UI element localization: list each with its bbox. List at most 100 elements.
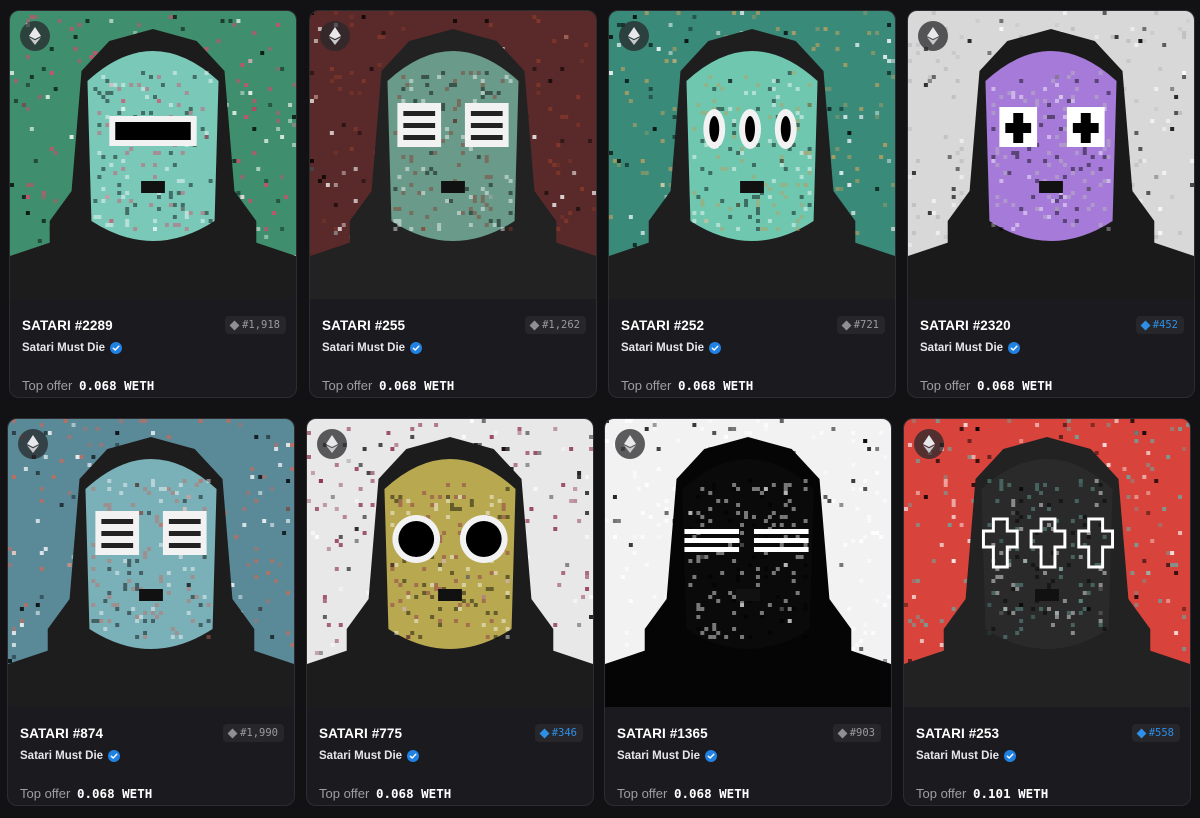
ethereum-icon xyxy=(615,429,645,459)
collection-name: Satari Must Die xyxy=(20,750,104,762)
collection-name: Satari Must Die xyxy=(322,342,406,354)
card-info: SATARI #2320 #452 Satari Must Die Top of… xyxy=(908,299,1194,397)
card-info: SATARI #874 #1,990 Satari Must Die Top o… xyxy=(8,707,294,805)
top-offer: Top offer 0.068 WETH xyxy=(22,378,154,393)
rarity-rank-badge: #452 xyxy=(1135,316,1184,334)
collection-name: Satari Must Die xyxy=(621,342,705,354)
top-offer: Top offer 0.068 WETH xyxy=(20,786,152,801)
ethereum-icon xyxy=(317,429,347,459)
nft-card[interactable]: SATARI #255 #1,262 Satari Must Die Top o… xyxy=(309,10,597,398)
nft-card[interactable]: SATARI #252 #721 Satari Must Die Top off… xyxy=(608,10,896,398)
top-offer: Top offer 0.068 WETH xyxy=(617,786,749,801)
top-offer: Top offer 0.068 WETH xyxy=(322,378,454,393)
nft-image xyxy=(310,11,596,299)
top-offer-label: Top offer xyxy=(916,786,967,801)
collection-link[interactable]: Satari Must Die xyxy=(617,750,718,762)
top-offer: Top offer 0.068 WETH xyxy=(920,378,1052,393)
nft-name: SATARI #775 xyxy=(319,726,403,741)
collection-name: Satari Must Die xyxy=(22,342,106,354)
top-offer-label: Top offer xyxy=(617,786,668,801)
top-offer: Top offer 0.101 WETH xyxy=(916,786,1048,801)
collection-link[interactable]: Satari Must Die xyxy=(22,342,123,354)
collection-name: Satari Must Die xyxy=(920,342,1004,354)
nft-image xyxy=(904,419,1190,707)
rarity-diamond-icon xyxy=(229,320,240,330)
verified-badge-icon xyxy=(110,342,123,354)
top-offer-label: Top offer xyxy=(322,378,373,393)
rarity-rank-badge: #1,918 xyxy=(225,316,286,334)
rarity-rank-value: #1,262 xyxy=(542,319,580,331)
top-offer-price: 0.068 WETH xyxy=(976,378,1053,393)
ethereum-icon xyxy=(914,429,944,459)
nft-image xyxy=(10,11,296,299)
top-offer-label: Top offer xyxy=(319,786,370,801)
verified-badge-icon xyxy=(108,750,121,762)
rarity-diamond-icon xyxy=(1136,728,1147,738)
rarity-diamond-icon xyxy=(227,728,238,738)
nft-name: SATARI #1365 xyxy=(617,726,708,741)
rarity-rank-badge: #558 xyxy=(1131,724,1180,742)
rarity-rank-badge: #903 xyxy=(832,724,881,742)
nft-image xyxy=(8,419,294,707)
top-offer-price: 0.068 WETH xyxy=(677,378,754,393)
verified-badge-icon xyxy=(410,342,423,354)
card-info: SATARI #253 #558 Satari Must Die Top off… xyxy=(904,707,1190,805)
ethereum-icon xyxy=(918,21,948,51)
collection-link[interactable]: Satari Must Die xyxy=(920,342,1021,354)
card-info: SATARI #2289 #1,918 Satari Must Die Top … xyxy=(10,299,296,397)
verified-badge-icon xyxy=(705,750,718,762)
nft-image xyxy=(609,11,895,299)
top-offer: Top offer 0.068 WETH xyxy=(621,378,753,393)
rarity-rank-value: #1,990 xyxy=(240,727,278,739)
rarity-rank-value: #346 xyxy=(551,727,577,739)
rarity-diamond-icon xyxy=(837,728,848,738)
rarity-rank-value: #903 xyxy=(849,727,875,739)
card-info: SATARI #252 #721 Satari Must Die Top off… xyxy=(609,299,895,397)
nft-card[interactable]: SATARI #1365 #903 Satari Must Die Top of… xyxy=(604,418,892,806)
nft-name: SATARI #252 xyxy=(621,318,705,333)
nft-name: SATARI #255 xyxy=(322,318,406,333)
top-offer-label: Top offer xyxy=(20,786,71,801)
rarity-diamond-icon xyxy=(1140,320,1151,330)
nft-card[interactable]: SATARI #874 #1,990 Satari Must Die Top o… xyxy=(7,418,295,806)
ethereum-icon xyxy=(18,429,48,459)
nft-card[interactable]: SATARI #775 #346 Satari Must Die Top off… xyxy=(306,418,594,806)
rarity-diamond-icon xyxy=(539,728,550,738)
collection-link[interactable]: Satari Must Die xyxy=(319,750,420,762)
nft-image xyxy=(605,419,891,707)
nft-name: SATARI #2289 xyxy=(22,318,113,333)
collection-name: Satari Must Die xyxy=(319,750,403,762)
rarity-rank-value: #452 xyxy=(1152,319,1178,331)
rarity-diamond-icon xyxy=(841,320,852,330)
top-offer-price: 0.068 WETH xyxy=(78,378,155,393)
nft-grid: SATARI #2289 #1,918 Satari Must Die Top … xyxy=(0,0,1200,818)
rarity-rank-badge: #1,262 xyxy=(525,316,586,334)
verified-badge-icon xyxy=(1008,342,1021,354)
collection-link[interactable]: Satari Must Die xyxy=(322,342,423,354)
collection-link[interactable]: Satari Must Die xyxy=(916,750,1017,762)
rarity-diamond-icon xyxy=(529,320,540,330)
top-offer: Top offer 0.068 WETH xyxy=(319,786,451,801)
nft-image xyxy=(908,11,1194,299)
nft-name: SATARI #2320 xyxy=(920,318,1011,333)
top-offer-price: 0.068 WETH xyxy=(378,378,455,393)
nft-card[interactable]: SATARI #253 #558 Satari Must Die Top off… xyxy=(903,418,1191,806)
verified-badge-icon xyxy=(1004,750,1017,762)
nft-image xyxy=(307,419,593,707)
collection-name: Satari Must Die xyxy=(617,750,701,762)
rarity-rank-badge: #346 xyxy=(534,724,583,742)
top-offer-price: 0.068 WETH xyxy=(375,786,452,801)
collection-name: Satari Must Die xyxy=(916,750,1000,762)
ethereum-icon xyxy=(20,21,50,51)
ethereum-icon xyxy=(320,21,350,51)
rarity-rank-badge: #1,990 xyxy=(223,724,284,742)
nft-card[interactable]: SATARI #2289 #1,918 Satari Must Die Top … xyxy=(9,10,297,398)
nft-card[interactable]: SATARI #2320 #452 Satari Must Die Top of… xyxy=(907,10,1195,398)
verified-badge-icon xyxy=(709,342,722,354)
collection-link[interactable]: Satari Must Die xyxy=(20,750,121,762)
card-info: SATARI #775 #346 Satari Must Die Top off… xyxy=(307,707,593,805)
rarity-rank-value: #1,918 xyxy=(242,319,280,331)
rarity-rank-badge: #721 xyxy=(836,316,885,334)
ethereum-icon xyxy=(619,21,649,51)
collection-link[interactable]: Satari Must Die xyxy=(621,342,722,354)
